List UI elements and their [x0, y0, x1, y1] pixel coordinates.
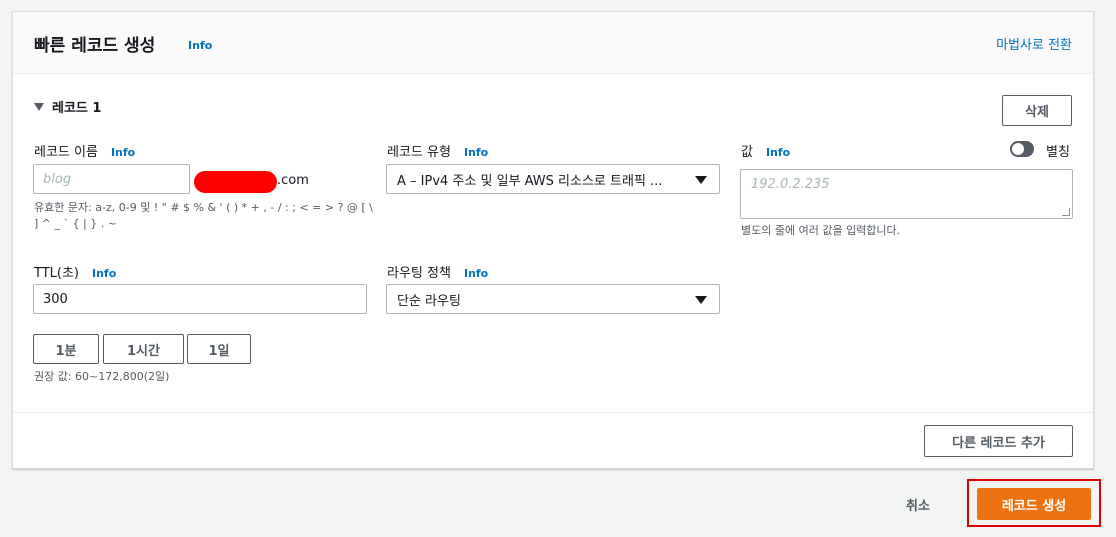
- redacted-domain: [194, 171, 277, 193]
- domain-suffix: .com: [277, 173, 309, 188]
- routing-label-row: 라우팅 정책 Info: [387, 262, 488, 281]
- page-title: 빠른 레코드 생성: [34, 36, 156, 56]
- ttl-label: TTL(초): [34, 266, 79, 281]
- record-name-input[interactable]: blog: [33, 164, 190, 194]
- dropdown-arrow-icon: [695, 296, 707, 304]
- value-placeholder: 192.0.2.235: [751, 177, 830, 192]
- record-type-value: A – IPv4 주소 및 일부 AWS 리소스로 트래픽 ...: [397, 173, 663, 189]
- record-name-hint-line1: 유효한 문자: a-z, 0-9 및 ! " # $ % & ' ( ) * +…: [34, 201, 373, 214]
- ttl-hint: 권장 값: 60~172,800(2일): [34, 370, 170, 383]
- record-name-label-row: 레코드 이름 Info: [34, 141, 135, 160]
- quick-create-panel: 빠른 레코드 생성 Info 마법사로 전환 레코드 1 삭제 레코드 이름 I…: [12, 11, 1094, 469]
- resize-handle-icon[interactable]: [1062, 208, 1070, 216]
- panel-header: 빠른 레코드 생성 Info 마법사로 전환: [13, 12, 1093, 74]
- record-type-select[interactable]: A – IPv4 주소 및 일부 AWS 리소스로 트래픽 ...: [386, 164, 720, 194]
- dropdown-arrow-icon: [695, 176, 707, 184]
- alias-toggle-knob: [1012, 143, 1024, 155]
- switch-to-wizard-link[interactable]: 마법사로 전환: [996, 34, 1072, 53]
- routing-policy-value: 단순 라우팅: [397, 293, 461, 309]
- record-section-label: 레코드 1: [52, 101, 102, 116]
- record-name-hint-line2: ] ^ _ ` { | } . ~: [34, 217, 117, 230]
- alias-label: 별칭: [1046, 145, 1070, 160]
- value-hint: 별도의 줄에 여러 값을 입력합니다.: [741, 224, 901, 237]
- record-type-label-row: 레코드 유형 Info: [387, 141, 488, 160]
- ttl-1hour-button[interactable]: 1시간: [103, 334, 184, 364]
- ttl-1day-button[interactable]: 1일: [187, 334, 251, 364]
- ttl-label-row: TTL(초) Info: [34, 262, 116, 281]
- ttl-info-link[interactable]: Info: [92, 267, 116, 280]
- create-records-button[interactable]: 레코드 생성: [977, 488, 1091, 520]
- ttl-value: 300: [43, 291, 68, 307]
- value-label-row: 값 Info: [741, 141, 790, 160]
- delete-record-button[interactable]: 삭제: [1002, 95, 1072, 126]
- value-info-link[interactable]: Info: [766, 146, 790, 159]
- value-label: 값: [741, 145, 753, 160]
- record-name-label: 레코드 이름: [34, 145, 98, 160]
- record-section-toggle[interactable]: 레코드 1: [34, 97, 101, 116]
- divider: [13, 412, 1093, 413]
- ttl-input[interactable]: 300: [33, 284, 367, 314]
- record-name-hint: 유효한 문자: a-z, 0-9 및 ! " # $ % & ' ( ) * +…: [34, 200, 373, 232]
- record-type-info-link[interactable]: Info: [464, 146, 488, 159]
- alias-toggle[interactable]: [1010, 141, 1034, 157]
- caret-down-icon: [34, 102, 44, 111]
- header-info-link[interactable]: Info: [188, 39, 212, 52]
- ttl-1min-button[interactable]: 1분: [33, 334, 99, 364]
- value-textarea[interactable]: 192.0.2.235: [740, 169, 1073, 219]
- add-another-record-button[interactable]: 다른 레코드 추가: [924, 425, 1073, 457]
- routing-label: 라우팅 정책: [387, 266, 451, 281]
- cancel-button[interactable]: 취소: [906, 495, 930, 514]
- record-type-label: 레코드 유형: [387, 145, 451, 160]
- routing-info-link[interactable]: Info: [464, 267, 488, 280]
- record-name-info-link[interactable]: Info: [111, 146, 135, 159]
- record-name-placeholder: blog: [43, 171, 72, 187]
- routing-policy-select[interactable]: 단순 라우팅: [386, 284, 720, 314]
